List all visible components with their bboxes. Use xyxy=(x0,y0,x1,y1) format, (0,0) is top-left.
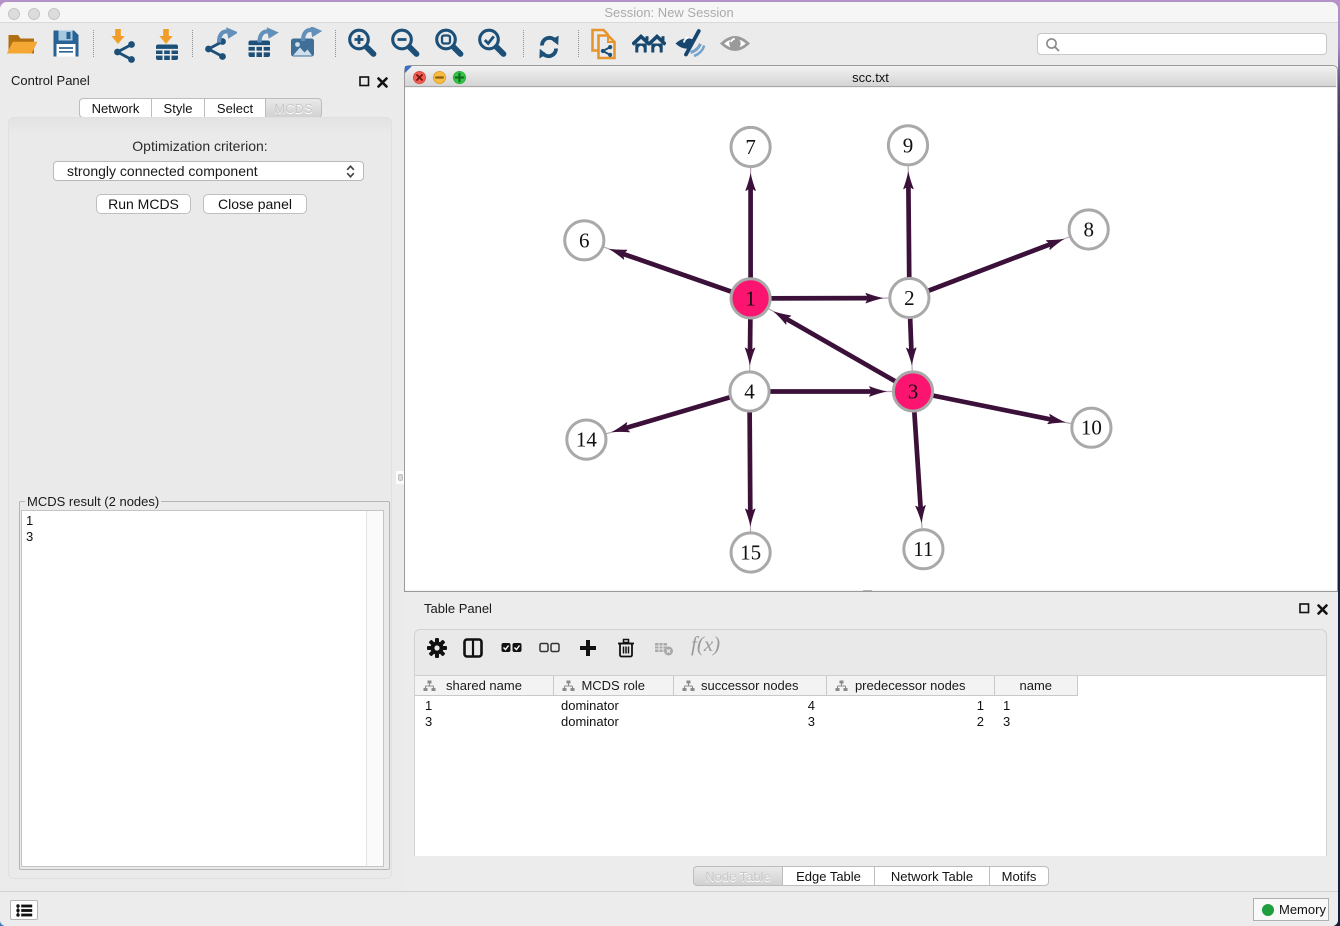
svg-text:9: 9 xyxy=(903,133,914,157)
svg-text:2: 2 xyxy=(904,286,915,310)
svg-text:15: 15 xyxy=(740,541,761,565)
svg-text:1: 1 xyxy=(745,286,756,310)
svg-text:10: 10 xyxy=(1081,416,1102,440)
svg-text:4: 4 xyxy=(744,380,755,404)
svg-text:8: 8 xyxy=(1083,218,1094,242)
svg-text:7: 7 xyxy=(745,135,756,159)
svg-text:6: 6 xyxy=(579,228,590,252)
svg-text:14: 14 xyxy=(576,428,598,452)
svg-text:3: 3 xyxy=(908,380,919,404)
svg-text:11: 11 xyxy=(913,537,933,561)
